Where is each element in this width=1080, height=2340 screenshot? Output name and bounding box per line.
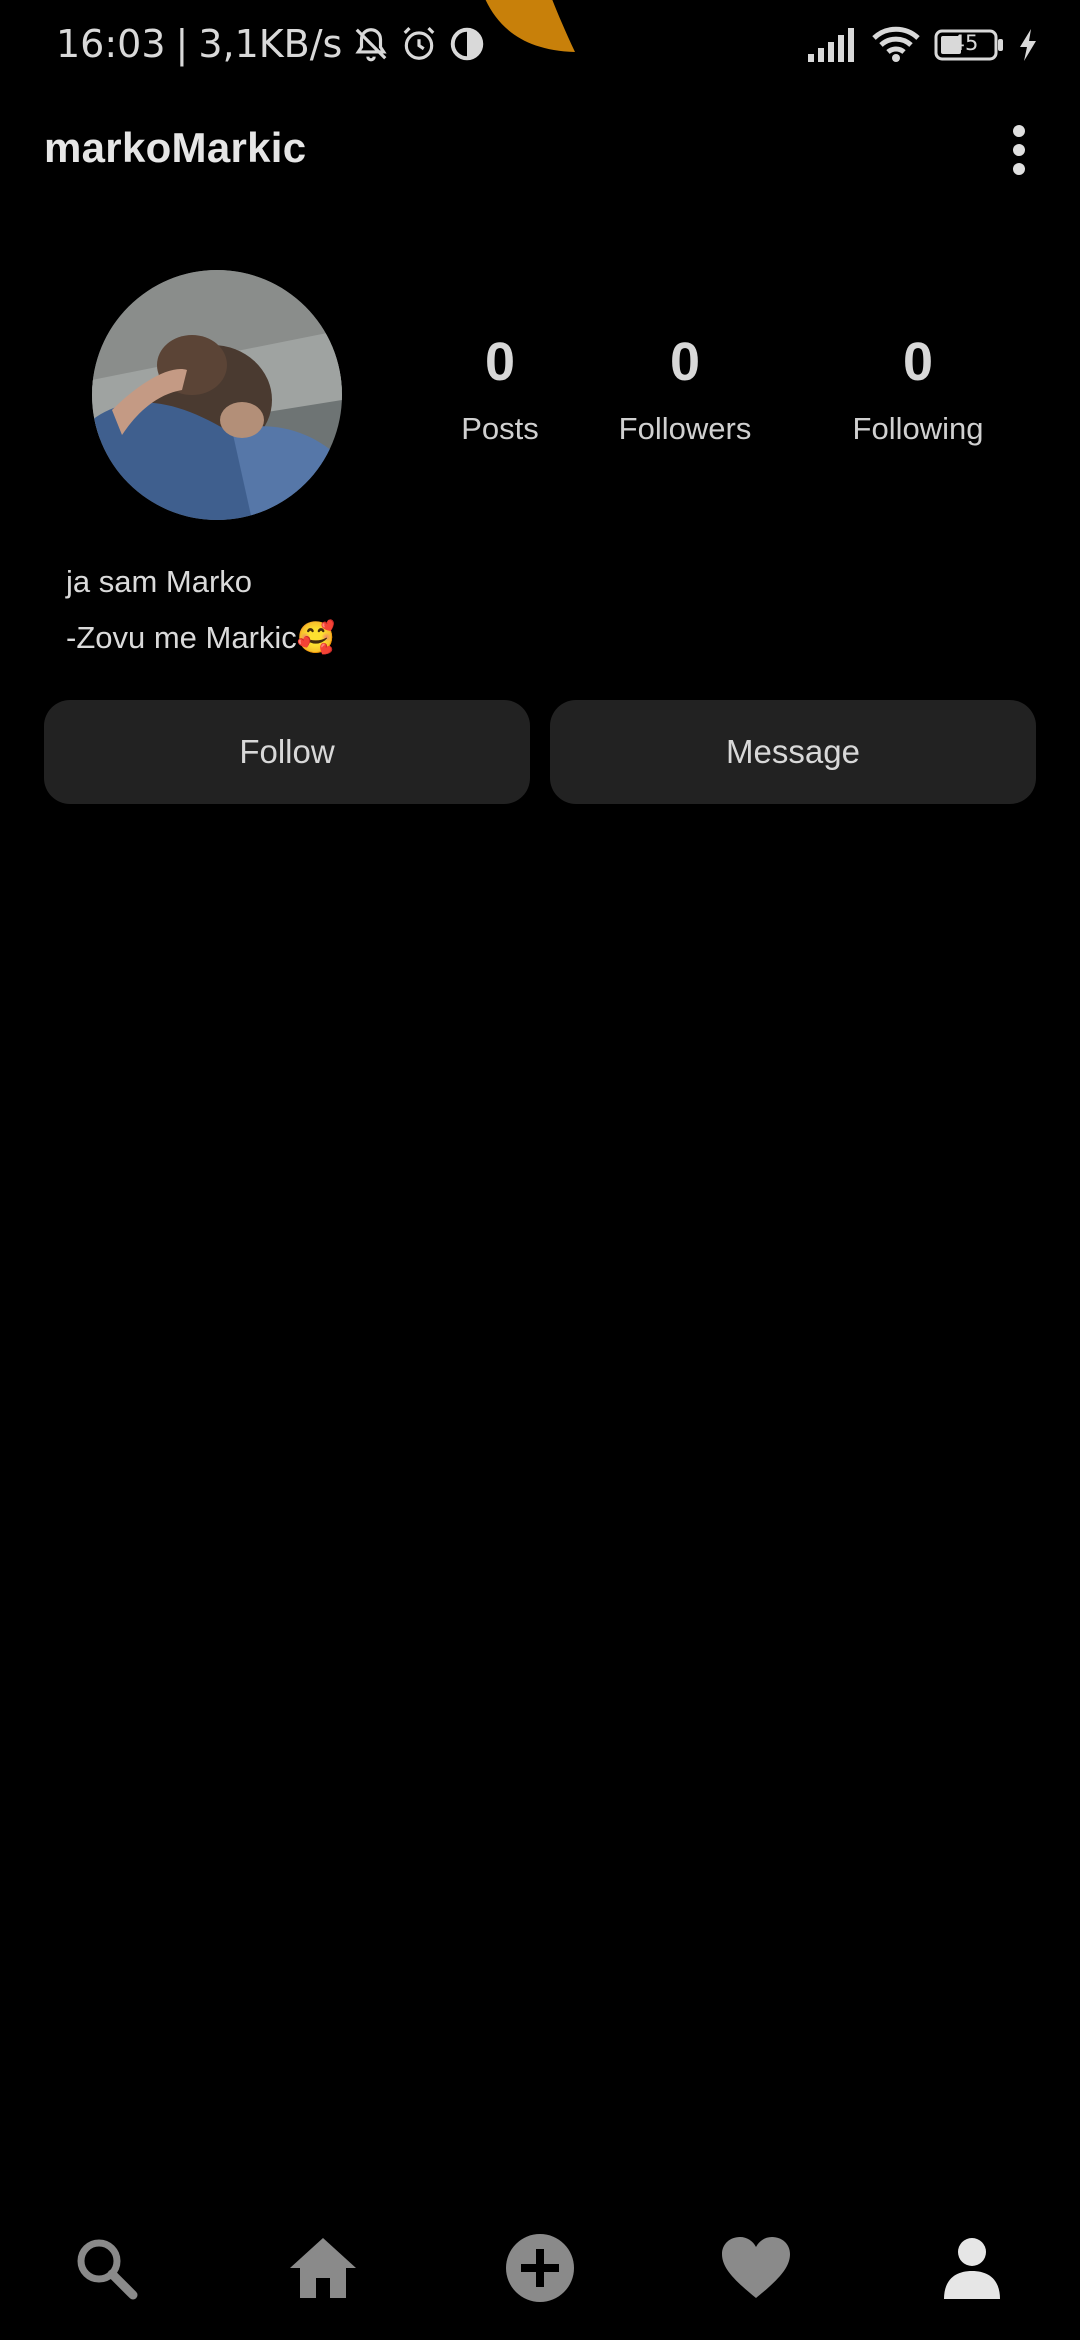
bell-off-icon	[355, 28, 387, 62]
wifi-icon	[872, 26, 920, 62]
heart-icon	[722, 2237, 790, 2298]
search-icon	[77, 2239, 138, 2300]
charging-icon	[1020, 29, 1036, 61]
bio: ja sam Marko -Zovu me Markic🥰	[66, 554, 335, 666]
more-vertical-icon	[1013, 125, 1025, 175]
camera-cutout	[485, 0, 575, 52]
add-circle-icon	[506, 2234, 574, 2302]
status-right: 45	[808, 26, 1038, 64]
page-title: markoMarkic	[44, 124, 307, 171]
network-speed: 3,1KB/s	[198, 22, 343, 66]
profile-photo	[92, 270, 342, 520]
follow-button[interactable]: Follow	[44, 700, 530, 804]
nav-search[interactable]	[66, 2228, 146, 2308]
stat-followers[interactable]: 0 Followers	[585, 325, 785, 447]
status-separator: |	[175, 22, 189, 66]
status-bar: 16:03 | 3,1KB/s 45	[0, 0, 1080, 90]
nav-profile[interactable]	[932, 2228, 1012, 2308]
stat-following[interactable]: 0 Following	[818, 325, 1018, 447]
signal-icon	[808, 28, 854, 62]
status-time: 16:03	[56, 22, 166, 66]
profile-icon	[944, 2238, 1000, 2299]
bio-line: ja sam Marko	[66, 564, 253, 599]
message-button[interactable]: Message	[550, 700, 1036, 804]
home-icon	[290, 2238, 356, 2298]
stat-label: Following	[852, 411, 984, 446]
top-bar: markoMarkic	[0, 110, 1080, 190]
stat-count: 0	[484, 332, 516, 392]
nav-activity[interactable]	[716, 2228, 796, 2308]
alarm-icon	[403, 27, 435, 60]
battery-icon: 45	[934, 29, 1004, 61]
nav-add[interactable]	[500, 2228, 580, 2308]
bio-line: -Zovu me Markic🥰	[66, 620, 336, 655]
avatar[interactable]	[92, 270, 342, 520]
stat-label: Posts	[461, 411, 539, 446]
stat-count: 0	[902, 332, 934, 392]
profile-stats: 0 Posts 0 Followers 0 Following	[400, 325, 1040, 475]
battery-level: 45	[951, 31, 979, 55]
stat-count: 0	[669, 332, 701, 392]
stat-posts[interactable]: 0 Posts	[400, 325, 600, 447]
nav-home[interactable]	[283, 2228, 363, 2308]
bottom-navigation	[0, 2210, 1080, 2320]
more-options-button[interactable]	[984, 114, 1054, 186]
stat-label: Followers	[618, 411, 752, 446]
status-left: 16:03 | 3,1KB/s	[56, 22, 486, 66]
